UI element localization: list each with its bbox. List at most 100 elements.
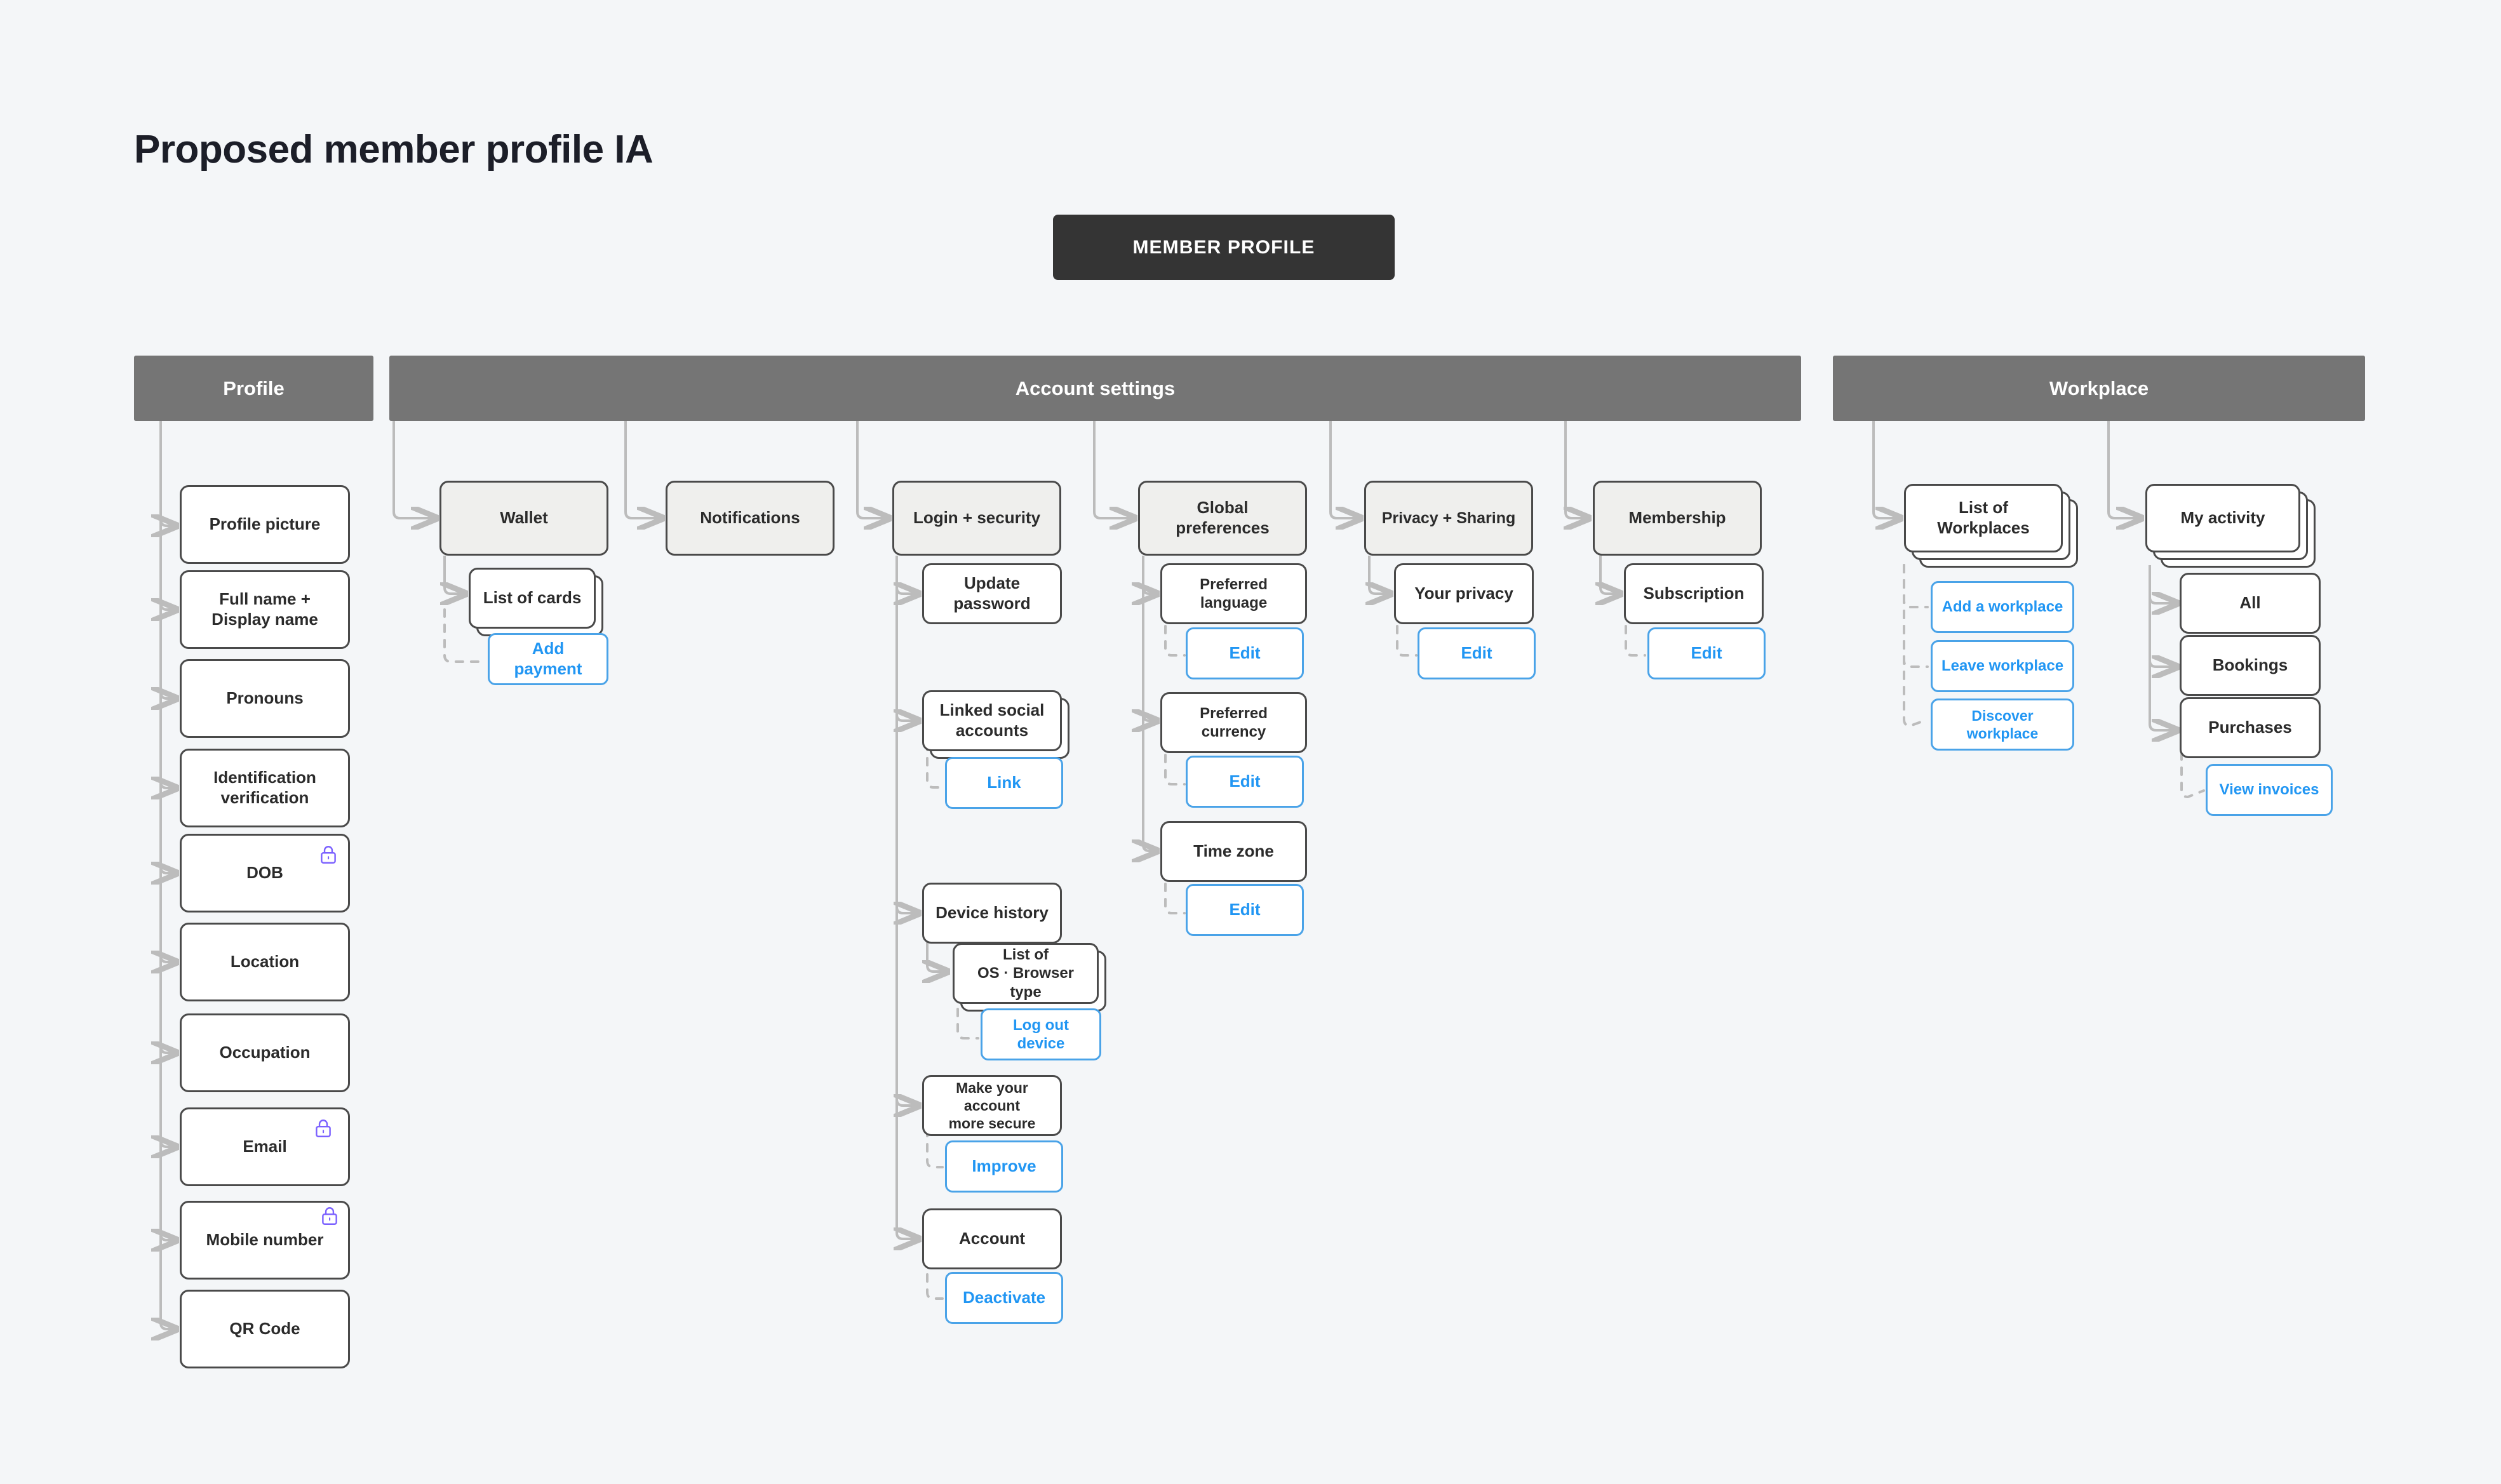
section-header-workplace-label: Workplace [2049, 377, 2149, 399]
node-notifications-label: Notifications [700, 508, 800, 528]
lock-icon [321, 846, 336, 864]
node-identification-verification[interactable]: Identification verification [180, 749, 350, 827]
node-full-name-display-name-label: Full name + Display name [211, 589, 318, 629]
node-list-of-cards[interactable]: List of cards [469, 568, 596, 629]
root-node-label: MEMBER PROFILE [1132, 236, 1315, 258]
node-pronouns-label: Pronouns [226, 688, 304, 708]
node-pronouns[interactable]: Pronouns [180, 659, 350, 738]
node-login-security-label: Login + security [913, 508, 1041, 528]
button-edit-your-privacy-label: Edit [1461, 643, 1492, 663]
node-preferred-language-label: Preferred language [1200, 575, 1268, 612]
section-header-profile-label: Profile [223, 377, 285, 399]
node-list-of-cards-label: List of cards [483, 588, 582, 608]
lock-icon [322, 1207, 337, 1225]
section-header-workplace[interactable]: Workplace [1833, 356, 2365, 421]
button-add-payment[interactable]: Add payment [488, 633, 608, 685]
node-time-zone-label: Time zone [1193, 841, 1274, 861]
node-my-activity-label: My activity [2180, 508, 2265, 528]
node-account-label: Account [959, 1229, 1025, 1248]
node-linked-social-accounts[interactable]: Linked social accounts [922, 690, 1062, 751]
button-edit-subscription-label: Edit [1691, 643, 1722, 663]
button-link[interactable]: Link [945, 757, 1063, 809]
button-discover-workplace[interactable]: Discover workplace [1931, 699, 2074, 751]
node-occupation[interactable]: Occupation [180, 1013, 350, 1092]
node-device-history[interactable]: Device history [922, 883, 1062, 944]
node-location[interactable]: Location [180, 923, 350, 1001]
button-edit-preferred-language[interactable]: Edit [1186, 627, 1304, 679]
button-edit-preferred-currency[interactable]: Edit [1186, 756, 1304, 808]
button-edit-subscription[interactable]: Edit [1647, 627, 1766, 679]
node-occupation-label: Occupation [219, 1043, 311, 1062]
node-notifications[interactable]: Notifications [666, 481, 835, 556]
page-title: Proposed member profile IA [134, 128, 654, 171]
node-full-name-display-name[interactable]: Full name + Display name [180, 570, 350, 649]
node-wallet-label: Wallet [500, 508, 548, 528]
node-time-zone[interactable]: Time zone [1160, 821, 1307, 882]
node-preferred-currency-label: Preferred currency [1200, 704, 1268, 740]
section-header-account-settings-label: Account settings [1015, 377, 1176, 399]
node-purchases[interactable]: Purchases [2180, 697, 2321, 758]
node-list-of-os-browser-type-label: List of OS · Browser type [977, 946, 1075, 1001]
node-profile-picture[interactable]: Profile picture [180, 485, 350, 564]
button-discover-workplace-label: Discover workplace [1966, 707, 2039, 742]
node-linked-social-accounts-label: Linked social accounts [939, 700, 1045, 740]
node-subscription[interactable]: Subscription [1624, 563, 1764, 624]
node-make-account-more-secure[interactable]: Make your account more secure [922, 1075, 1062, 1136]
node-qr-code[interactable]: QR Code [180, 1290, 350, 1368]
section-header-account-settings[interactable]: Account settings [389, 356, 1801, 421]
node-your-privacy-label: Your privacy [1414, 584, 1513, 603]
root-node-member-profile[interactable]: MEMBER PROFILE [1053, 215, 1395, 280]
node-privacy-sharing[interactable]: Privacy + Sharing [1364, 481, 1533, 556]
button-view-invoices[interactable]: View invoices [2206, 764, 2333, 816]
node-subscription-label: Subscription [1643, 584, 1745, 603]
node-device-history-label: Device history [935, 903, 1049, 923]
button-view-invoices-label: View invoices [2219, 781, 2319, 799]
button-leave-workplace[interactable]: Leave workplace [1931, 640, 2074, 692]
button-add-a-workplace[interactable]: Add a workplace [1931, 581, 2074, 633]
node-membership[interactable]: Membership [1593, 481, 1762, 556]
button-log-out-device-label: Log out device [1013, 1016, 1069, 1052]
button-edit-preferred-currency-label: Edit [1229, 772, 1261, 791]
node-identification-verification-label: Identification verification [213, 768, 316, 807]
button-deactivate[interactable]: Deactivate [945, 1272, 1063, 1324]
node-all-label: All [2239, 593, 2261, 613]
node-list-of-os-browser-type[interactable]: List of OS · Browser type [953, 943, 1099, 1004]
node-all[interactable]: All [2180, 573, 2321, 634]
button-improve[interactable]: Improve [945, 1140, 1063, 1193]
node-preferred-currency[interactable]: Preferred currency [1160, 692, 1307, 753]
button-edit-your-privacy[interactable]: Edit [1418, 627, 1536, 679]
button-deactivate-label: Deactivate [962, 1288, 1046, 1307]
node-update-password-label: Update password [953, 573, 1031, 613]
node-preferred-language[interactable]: Preferred language [1160, 563, 1307, 624]
node-list-of-workplaces[interactable]: List of Workplaces [1904, 484, 2063, 552]
button-add-payment-label: Add payment [514, 639, 582, 678]
section-header-profile[interactable]: Profile [134, 356, 373, 421]
lock-icon [316, 1120, 331, 1137]
button-link-label: Link [987, 773, 1021, 792]
node-list-of-workplaces-label: List of Workplaces [1937, 498, 2030, 537]
button-add-a-workplace-label: Add a workplace [1941, 598, 2063, 616]
node-update-password[interactable]: Update password [922, 563, 1062, 624]
node-wallet[interactable]: Wallet [439, 481, 608, 556]
node-bookings[interactable]: Bookings [2180, 635, 2321, 696]
node-bookings-label: Bookings [2212, 655, 2288, 675]
node-membership-label: Membership [1628, 508, 1726, 528]
button-edit-preferred-language-label: Edit [1229, 643, 1261, 663]
button-edit-time-zone[interactable]: Edit [1186, 884, 1304, 936]
node-my-activity[interactable]: My activity [2145, 484, 2300, 552]
node-profile-picture-label: Profile picture [209, 514, 321, 534]
node-global-preferences-label: Global preferences [1176, 498, 1270, 537]
node-make-account-more-secure-label: Make your account more secure [948, 1079, 1036, 1132]
node-purchases-label: Purchases [2208, 718, 2292, 737]
diagram-canvas: Proposed member profile IA MEMBER PROFIL… [0, 0, 2501, 1484]
button-leave-workplace-label: Leave workplace [1941, 657, 2064, 675]
node-dob-label: DOB [246, 863, 283, 883]
node-login-security[interactable]: Login + security [892, 481, 1061, 556]
node-mobile-number-label: Mobile number [206, 1230, 324, 1250]
button-log-out-device[interactable]: Log out device [981, 1008, 1101, 1060]
node-your-privacy[interactable]: Your privacy [1394, 563, 1534, 624]
button-edit-time-zone-label: Edit [1229, 900, 1261, 919]
node-global-preferences[interactable]: Global preferences [1138, 481, 1307, 556]
node-account[interactable]: Account [922, 1208, 1062, 1269]
node-qr-code-label: QR Code [229, 1319, 300, 1339]
